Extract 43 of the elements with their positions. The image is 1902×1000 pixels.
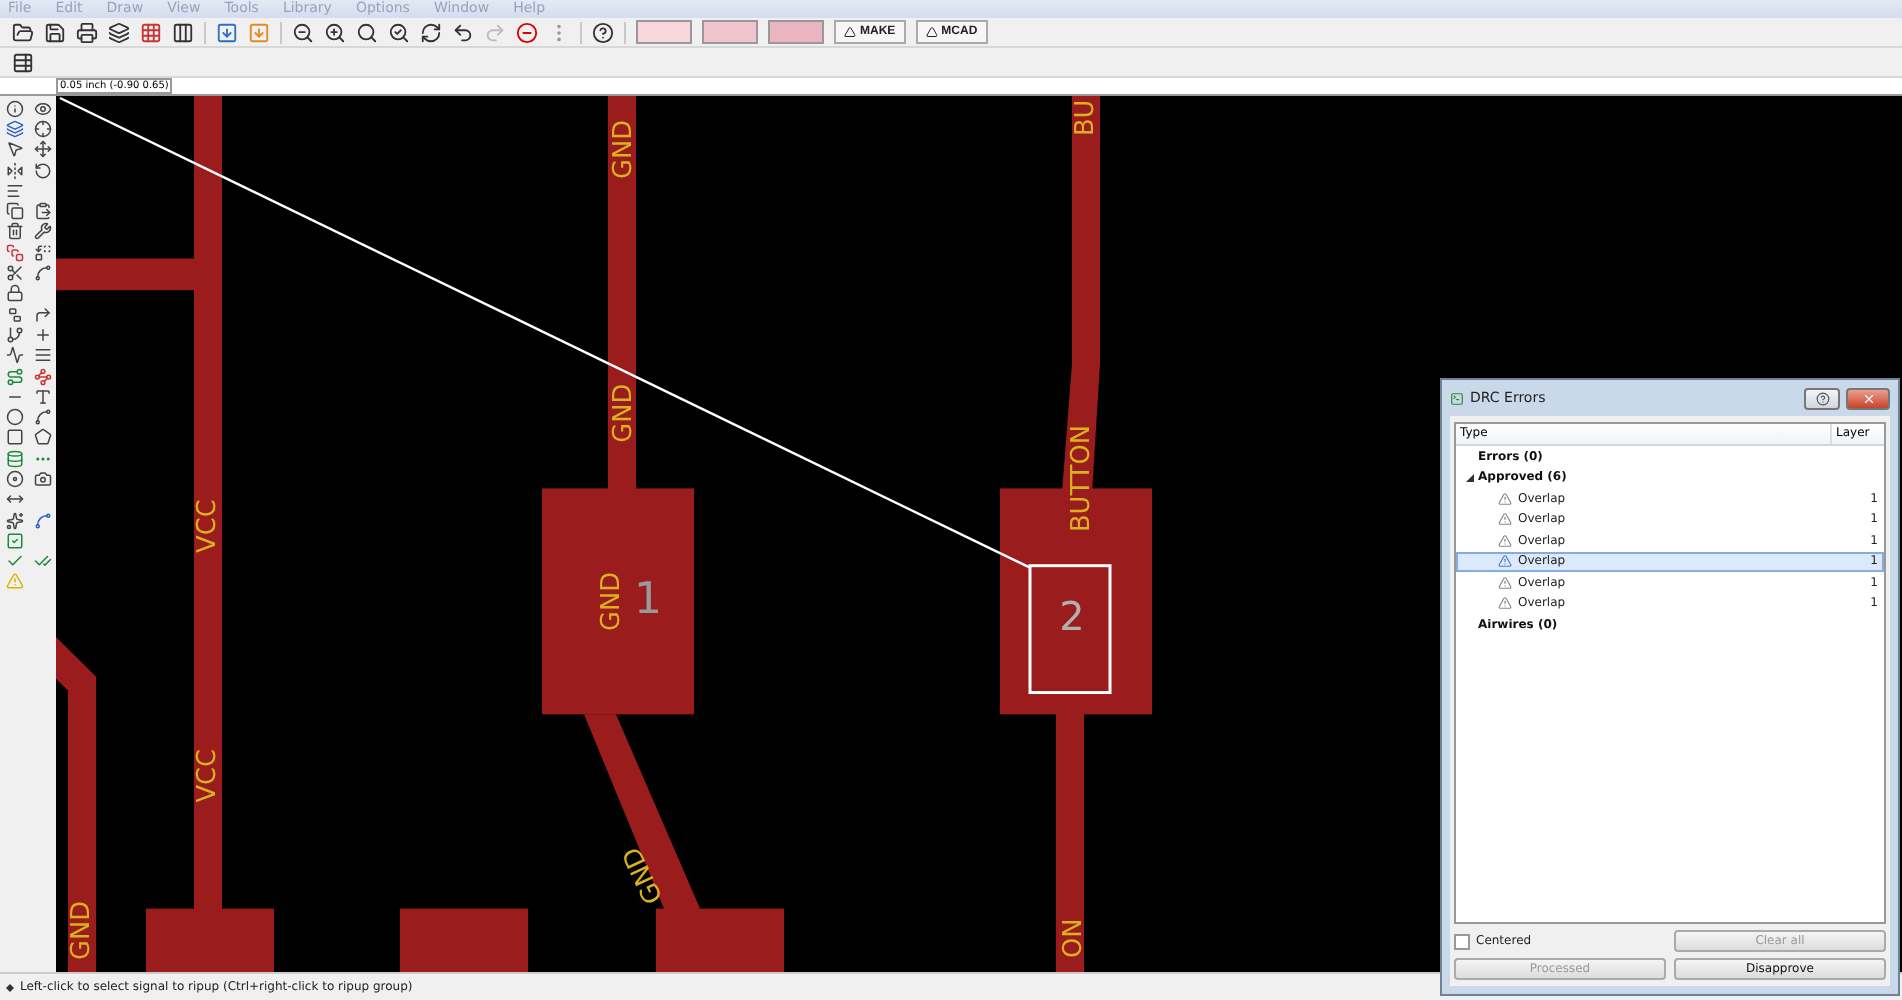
redraw-icon[interactable] [420,21,442,43]
triangle-icon [925,26,938,38]
warning-icon [1498,596,1512,611]
help-icon[interactable] [592,21,614,43]
zoom-fit-icon[interactable] [356,21,378,43]
pad-label: BU [1071,99,1102,137]
undo-icon[interactable] [452,21,474,43]
diamond-icon [6,983,14,991]
warning-icon [1498,575,1512,590]
warning-icon [1498,533,1512,548]
pad-label: GND [609,383,640,443]
expand-icon[interactable] [1466,473,1474,482]
pad-label: ON [1059,918,1090,959]
pad-label: VCC [193,749,224,803]
trace[interactable] [56,637,96,972]
print-icon[interactable] [76,21,98,43]
pad-label: GND [609,119,640,180]
save-icon[interactable] [44,21,66,43]
open-icon[interactable] [12,21,34,43]
pad-label: 2 [1059,594,1085,640]
zoom-select-icon[interactable] [388,21,410,43]
help-icon [1815,391,1829,405]
pad-label: BUTTON [1067,424,1098,533]
warning-icon [1498,554,1512,569]
zoom-in-icon[interactable] [324,21,346,43]
selection-outline [1028,564,1112,695]
pad-label: 1 [634,575,662,626]
app-icon [1450,391,1464,405]
close-button[interactable] [1846,387,1890,409]
pad-label: GND [597,571,628,631]
table-icon[interactable] [12,51,34,73]
checkbox[interactable] [1454,933,1470,949]
pad-label: GND [617,841,671,908]
pad-label: GND [67,900,98,960]
close-icon [1861,391,1875,405]
warning-icon [1498,491,1512,506]
help-button[interactable] [1804,387,1840,409]
zoom-out-icon[interactable] [292,21,314,43]
triangle-icon [844,26,856,38]
warning-icon [1498,512,1512,527]
pad-label: VCC [193,499,224,553]
stop-icon[interactable] [516,21,538,43]
grid-icon[interactable] [140,21,162,43]
